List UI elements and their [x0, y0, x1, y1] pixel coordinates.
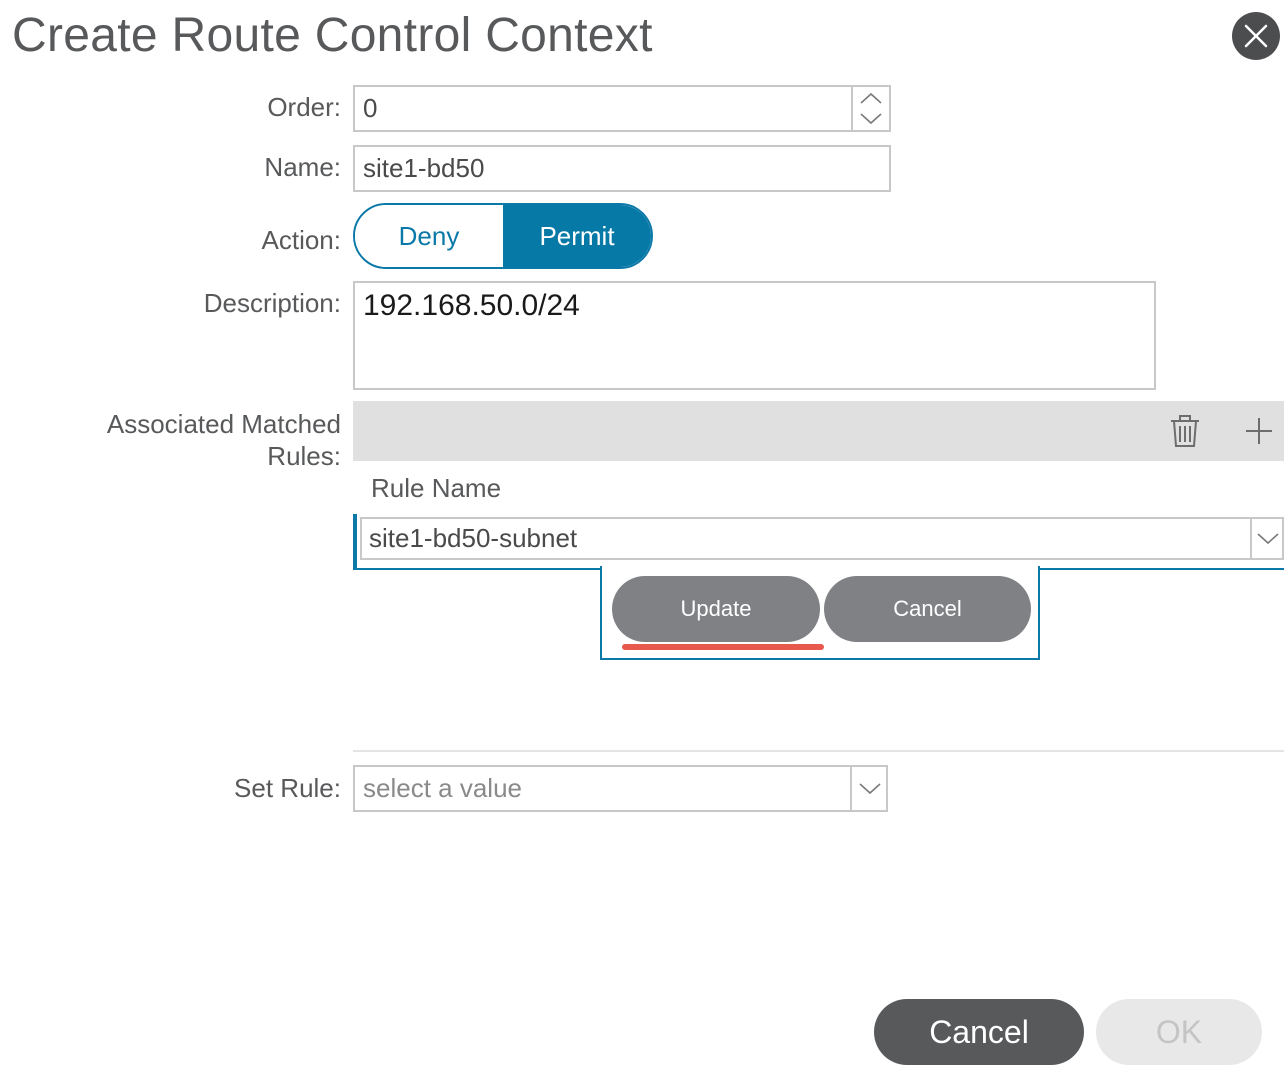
chevron-down-icon — [1257, 532, 1279, 544]
action-toggle: Deny Permit — [353, 203, 653, 269]
description-label: Description: — [203, 288, 341, 318]
order-label: Order: — [267, 92, 341, 122]
dialog-title: Create Route Control Context — [12, 9, 653, 62]
close-icon — [1244, 24, 1268, 48]
action-deny-option[interactable]: Deny — [355, 205, 503, 267]
increment-button[interactable] — [853, 87, 889, 108]
name-label: Name: — [264, 152, 341, 182]
update-button[interactable]: Update — [612, 576, 820, 642]
set-rule-dropdown-toggle[interactable] — [850, 765, 888, 812]
matched-rules-toolbar — [353, 401, 1284, 461]
matched-rules-label-line1: Associated Matched — [106, 409, 341, 439]
ok-button[interactable]: OK — [1096, 999, 1262, 1065]
name-input[interactable]: site1-bd50 — [353, 145, 891, 192]
rule-name-select[interactable]: site1-bd50-subnet — [360, 517, 1284, 560]
decrement-button[interactable] — [853, 109, 889, 130]
trash-icon — [1171, 415, 1199, 447]
chevron-down-icon — [860, 113, 882, 125]
section-divider — [353, 750, 1284, 752]
action-label: Action: — [261, 225, 342, 255]
chevron-down-icon — [859, 782, 881, 794]
set-rule-label: Set Rule: — [234, 773, 341, 803]
set-rule-select[interactable]: select a value — [353, 765, 888, 812]
plus-icon — [1246, 418, 1272, 444]
highlight-underline — [622, 644, 824, 650]
order-stepper[interactable] — [851, 85, 891, 132]
add-rule-button[interactable] — [1240, 410, 1278, 452]
description-textarea[interactable]: 192.168.50.0/24 — [353, 281, 1156, 390]
close-button[interactable] — [1232, 12, 1280, 60]
cancel-button[interactable]: Cancel — [874, 999, 1084, 1065]
action-permit-option[interactable]: Permit — [503, 205, 651, 267]
chevron-up-icon — [860, 92, 882, 104]
matched-rules-label-line2: Rules: — [267, 441, 341, 471]
rule-name-dropdown-toggle[interactable] — [1250, 517, 1284, 560]
order-input[interactable]: 0 — [353, 85, 891, 132]
row-cancel-button[interactable]: Cancel — [824, 576, 1031, 642]
rule-name-column-header: Rule Name — [371, 473, 502, 503]
delete-rule-button[interactable] — [1166, 410, 1204, 452]
